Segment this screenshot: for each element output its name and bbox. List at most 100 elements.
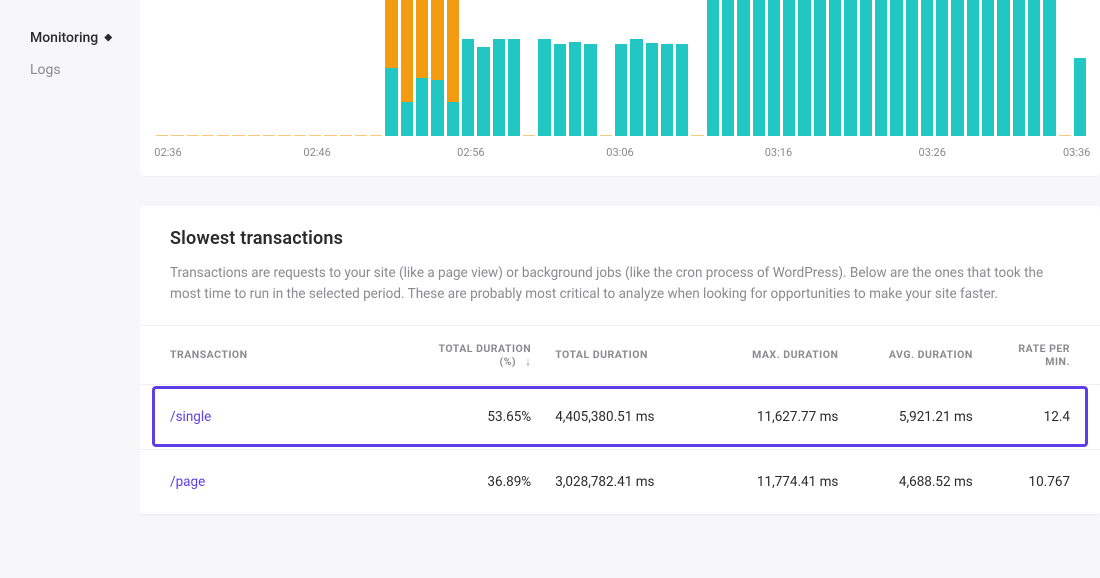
- chart-bar[interactable]: [355, 0, 367, 136]
- col-header-avg-duration[interactable]: AVG. DURATION: [850, 325, 984, 384]
- chart-bar[interactable]: [661, 0, 673, 136]
- chart-bar[interactable]: [324, 0, 336, 136]
- chart-bar[interactable]: [370, 0, 382, 136]
- monitoring-icon: [104, 34, 112, 42]
- col-header-total-pct[interactable]: TOTAL DURATION (%) ↓: [409, 325, 543, 384]
- chart-bar[interactable]: [783, 0, 795, 136]
- col-header-transaction[interactable]: TRANSACTION: [140, 325, 409, 384]
- cell-total-duration: 3,028,782.41 ms: [543, 449, 706, 514]
- chart-bar[interactable]: [278, 0, 290, 136]
- x-tick-label: 03:06: [606, 146, 633, 159]
- chart-bar[interactable]: [814, 0, 826, 136]
- sidebar-item-label: Logs: [30, 62, 61, 78]
- chart-bar[interactable]: [462, 0, 474, 136]
- chart-bar[interactable]: [906, 0, 918, 136]
- cell-max-duration: 11,627.77 ms: [706, 384, 850, 449]
- cell-rate: 12.4: [985, 384, 1100, 449]
- chart-bar[interactable]: [340, 0, 352, 136]
- col-header-max-duration[interactable]: MAX. DURATION: [706, 325, 850, 384]
- chart-bar[interactable]: [554, 0, 566, 136]
- sidebar-item-monitoring[interactable]: Monitoring: [0, 22, 140, 54]
- x-tick-label: 02:46: [303, 146, 330, 159]
- chart-bar[interactable]: [1013, 0, 1025, 136]
- chart-bar[interactable]: [1028, 0, 1040, 136]
- x-tick-label: 02:56: [457, 146, 484, 159]
- x-tick-label: 03:36: [1063, 146, 1090, 159]
- chart-bar[interactable]: [1059, 0, 1071, 136]
- chart-bar[interactable]: [493, 0, 505, 136]
- sidebar-item-label: Monitoring: [30, 30, 98, 46]
- chart-bar[interactable]: [523, 0, 535, 136]
- main-content: 02:3602:4602:5603:0603:1603:2603:36 Slow…: [140, 0, 1100, 578]
- card-description: Transactions are requests to your site (…: [170, 263, 1070, 305]
- chart-bar[interactable]: [997, 0, 1009, 136]
- chart-bar[interactable]: [217, 0, 229, 136]
- transaction-link[interactable]: /page: [170, 474, 205, 490]
- chart-bar[interactable]: [1043, 0, 1055, 136]
- cell-total-pct: 36.89%: [409, 449, 543, 514]
- transaction-link[interactable]: /single: [170, 409, 211, 425]
- chart-bar[interactable]: [538, 0, 550, 136]
- chart-bar[interactable]: [569, 0, 581, 136]
- chart-bar[interactable]: [890, 0, 902, 136]
- chart-bar[interactable]: [156, 0, 168, 136]
- chart-bar[interactable]: [416, 0, 428, 136]
- chart-bar[interactable]: [447, 0, 459, 136]
- throughput-chart-card: 02:3602:4602:5603:0603:1603:2603:36: [140, 0, 1100, 176]
- col-header-total-duration[interactable]: TOTAL DURATION: [543, 325, 706, 384]
- chart-bar[interactable]: [737, 0, 749, 136]
- sort-desc-icon: ↓: [525, 355, 531, 368]
- chart-bar[interactable]: [982, 0, 994, 136]
- col-header-rate[interactable]: RATE PER MIN.: [985, 325, 1100, 384]
- chart-bar[interactable]: [707, 0, 719, 136]
- chart-bar[interactable]: [385, 0, 397, 136]
- chart-bar[interactable]: [477, 0, 489, 136]
- cell-avg-duration: 4,688.52 ms: [850, 449, 984, 514]
- chart-bar[interactable]: [829, 0, 841, 136]
- cell-rate: 10.767: [985, 449, 1100, 514]
- cell-total-pct: 53.65%: [409, 384, 543, 449]
- chart-bar[interactable]: [615, 0, 627, 136]
- chart-bar[interactable]: [875, 0, 887, 136]
- chart-bar[interactable]: [248, 0, 260, 136]
- chart-bar[interactable]: [508, 0, 520, 136]
- transactions-table: TRANSACTION TOTAL DURATION (%) ↓ TOTAL D…: [140, 325, 1100, 515]
- sidebar-item-logs[interactable]: Logs: [0, 54, 140, 86]
- cell-max-duration: 11,774.41 ms: [706, 449, 850, 514]
- chart-bar[interactable]: [431, 0, 443, 136]
- chart-bar[interactable]: [951, 0, 963, 136]
- chart-bar[interactable]: [232, 0, 244, 136]
- table-row[interactable]: /single 53.65%4,405,380.51 ms11,627.77 ms…: [140, 384, 1100, 449]
- chart-bar[interactable]: [921, 0, 933, 136]
- slowest-transactions-card: Slowest transactions Transactions are re…: [140, 206, 1100, 515]
- chart-bar[interactable]: [309, 0, 321, 136]
- chart-bar[interactable]: [768, 0, 780, 136]
- chart-bar[interactable]: [753, 0, 765, 136]
- chart-bar[interactable]: [263, 0, 275, 136]
- chart-bar[interactable]: [722, 0, 734, 136]
- chart-bar[interactable]: [401, 0, 413, 136]
- chart-bar[interactable]: [676, 0, 688, 136]
- chart-bar[interactable]: [798, 0, 810, 136]
- chart-bar[interactable]: [630, 0, 642, 136]
- cell-total-duration: 4,405,380.51 ms: [543, 384, 706, 449]
- chart-bar[interactable]: [860, 0, 872, 136]
- sidebar: Monitoring Logs: [0, 0, 140, 578]
- cell-avg-duration: 5,921.21 ms: [850, 384, 984, 449]
- chart-bar[interactable]: [936, 0, 948, 136]
- chart-x-axis: 02:3602:4602:5603:0603:1603:2603:36: [154, 140, 1086, 164]
- x-tick-label: 02:36: [154, 146, 181, 159]
- chart-bar[interactable]: [1074, 0, 1086, 136]
- table-row[interactable]: /page 36.89%3,028,782.41 ms11,774.41 ms4,…: [140, 449, 1100, 514]
- chart-bar[interactable]: [202, 0, 214, 136]
- chart-bar[interactable]: [691, 0, 703, 136]
- chart-bar[interactable]: [844, 0, 856, 136]
- chart-bar[interactable]: [600, 0, 612, 136]
- chart-bar[interactable]: [187, 0, 199, 136]
- chart-bar[interactable]: [646, 0, 658, 136]
- chart-bar[interactable]: [294, 0, 306, 136]
- throughput-chart[interactable]: 02:3602:4602:5603:0603:1603:2603:36: [154, 0, 1086, 160]
- chart-bar[interactable]: [967, 0, 979, 136]
- chart-bar[interactable]: [171, 0, 183, 136]
- chart-bar[interactable]: [584, 0, 596, 136]
